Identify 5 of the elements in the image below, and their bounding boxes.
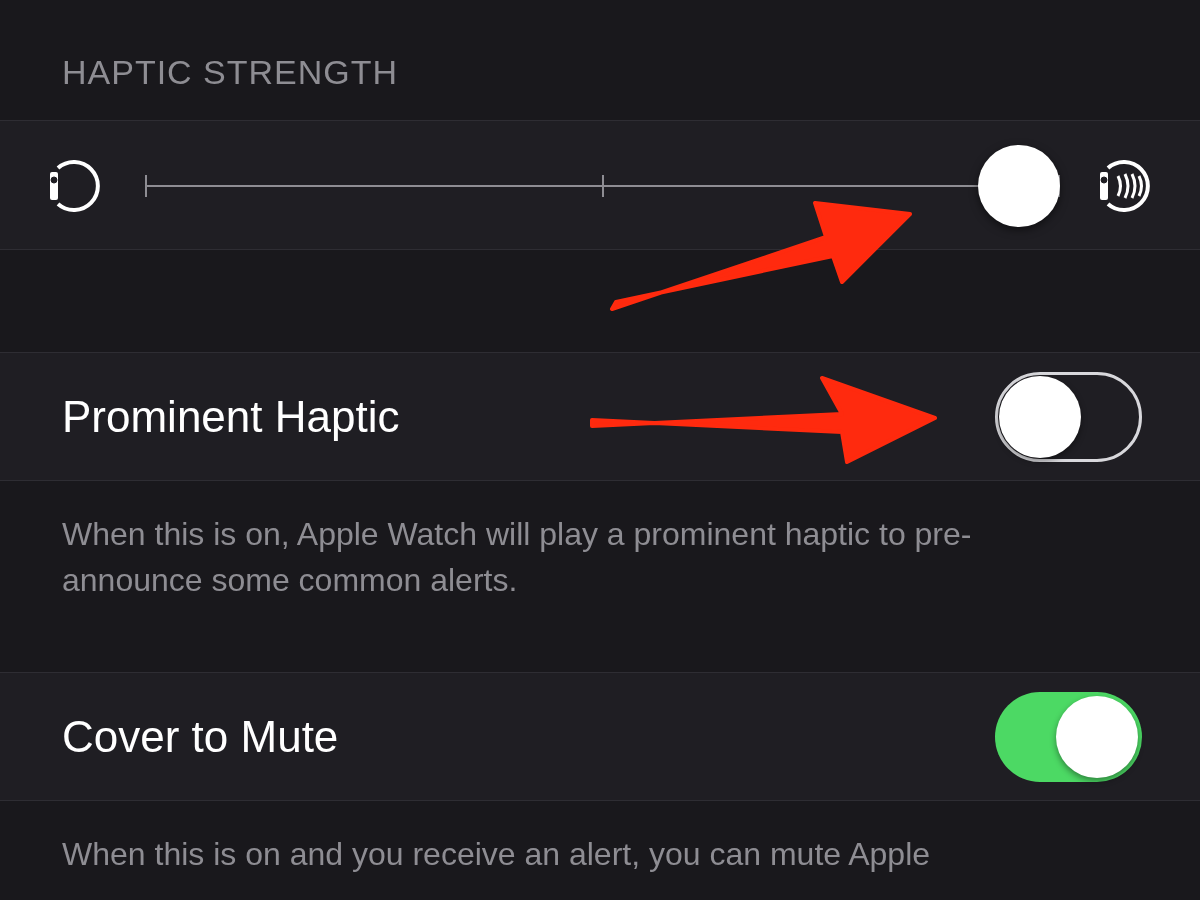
- setting-label: Prominent Haptic: [62, 390, 400, 443]
- section-header: HAPTIC STRENGTH: [62, 52, 399, 93]
- setting-label: Cover to Mute: [62, 710, 339, 763]
- footer-text: When this is on, Apple Watch will play a prominent haptic to pre-announce some common alerts.: [62, 515, 973, 600]
- footer-text: When this is on and you receive an alert, you can mute Apple: [62, 835, 932, 874]
